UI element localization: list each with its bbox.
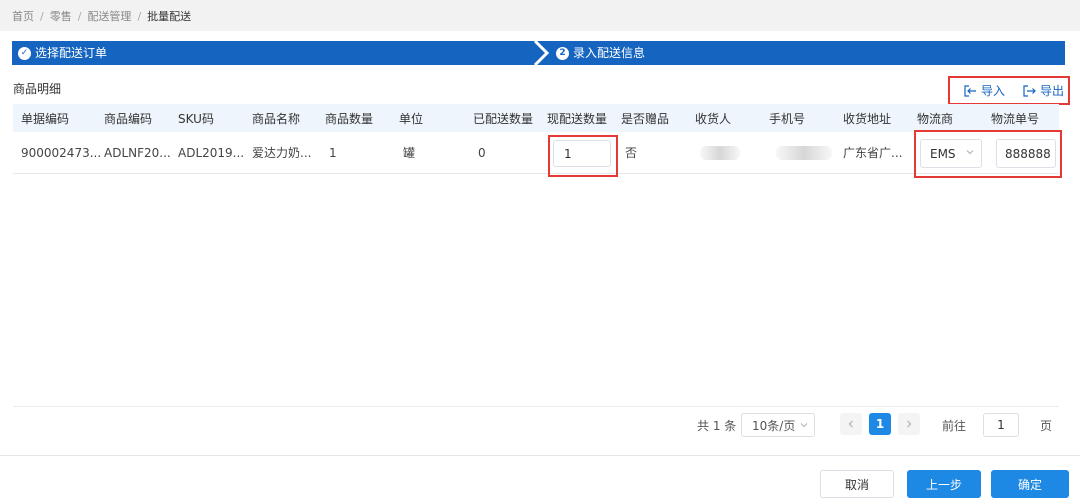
phone-redacted	[776, 146, 832, 160]
carrier-select[interactable]: EMS	[920, 139, 982, 168]
column-header: 现配送数量	[547, 111, 608, 126]
column-header: 商品数量	[325, 111, 374, 126]
divider	[13, 406, 1059, 407]
breadcrumb-current: 批量配送	[147, 10, 192, 23]
divider	[0, 455, 1080, 456]
carrier-value: EMS	[930, 146, 956, 161]
column-header: 商品编码	[104, 111, 153, 126]
breadcrumb: 首页 / 零售 / 配送管理 / 批量配送	[0, 0, 1080, 31]
delivered-qty-cell: 0	[478, 145, 486, 160]
import-button[interactable]: 导入	[964, 82, 1005, 99]
column-header: 物流商	[917, 111, 954, 126]
chevron-down-icon	[800, 423, 808, 428]
step-number-badge: 2	[556, 46, 569, 60]
breadcrumb-separator: /	[77, 10, 82, 23]
import-label: 导入	[981, 84, 1006, 98]
chevron-down-icon	[966, 150, 974, 155]
quantity-cell: 1	[329, 145, 337, 160]
page-size-select[interactable]: 10条/页	[741, 413, 815, 437]
product-name-cell: 爱达力奶...	[252, 146, 312, 160]
step-arrow-icon	[533, 41, 550, 65]
breadcrumb-delivery-management[interactable]: 配送管理	[87, 10, 131, 23]
import-icon	[964, 84, 976, 97]
product-code-cell: ADLNF20...	[104, 145, 171, 160]
tracking-number-input[interactable]	[996, 139, 1056, 168]
column-header: SKU码	[178, 111, 214, 126]
prev-page-button[interactable]	[840, 413, 862, 435]
column-header: 是否赠品	[621, 111, 670, 126]
table-row: 900002473... ADLNF20... ADL2019... 爱达力奶.…	[13, 132, 1059, 174]
check-circle-icon: ✓	[18, 46, 31, 60]
next-page-button[interactable]	[898, 413, 920, 435]
breadcrumb-separator: /	[137, 10, 142, 23]
sku-cell: ADL2019...	[178, 145, 245, 160]
table-header: 单据编码 商品编码 SKU码 商品名称 商品数量 单位 已配送数量 现配送数量 …	[13, 104, 1059, 132]
goto-prefix: 前往	[942, 418, 967, 433]
step-enter-delivery-info: 2 录入配送信息	[556, 41, 645, 65]
goto-page-input[interactable]	[983, 413, 1019, 437]
column-header: 收货地址	[843, 111, 892, 126]
column-header: 商品名称	[252, 111, 301, 126]
unit-cell: 罐	[403, 146, 416, 160]
export-button[interactable]: 导出	[1023, 82, 1064, 99]
chevron-left-icon	[848, 420, 853, 428]
goto-suffix: 页	[1040, 418, 1053, 433]
step-label: 选择配送订单	[35, 46, 108, 60]
steps-bar: ✓ 选择配送订单 2 录入配送信息	[12, 41, 1065, 65]
previous-step-button[interactable]: 上一步	[907, 470, 981, 498]
column-header: 手机号	[769, 111, 806, 126]
page-number-button[interactable]: 1	[869, 413, 891, 435]
column-header: 单据编码	[21, 111, 70, 126]
section-title: 商品明细	[13, 82, 62, 96]
step-select-orders: ✓ 选择配送订单	[18, 41, 107, 65]
column-header: 已配送数量	[473, 111, 534, 126]
column-header: 收货人	[695, 111, 732, 126]
export-icon	[1023, 84, 1036, 97]
step-label: 录入配送信息	[573, 46, 646, 60]
column-header: 物流单号	[991, 111, 1040, 126]
column-header: 单位	[399, 111, 424, 126]
current-qty-input[interactable]	[553, 140, 611, 167]
chevron-right-icon	[907, 420, 912, 428]
doc-code-cell: 900002473...	[21, 145, 102, 160]
breadcrumb-retail[interactable]: 零售	[50, 10, 72, 23]
pagination-total: 共 1 条	[697, 418, 737, 433]
cancel-button[interactable]: 取消	[820, 470, 894, 498]
confirm-button[interactable]: 确定	[991, 470, 1069, 498]
is-gift-cell: 否	[625, 146, 638, 160]
address-cell: 广东省广...	[843, 146, 903, 160]
export-label: 导出	[1040, 84, 1065, 98]
receiver-redacted	[700, 146, 740, 160]
page-size-value: 10条/页	[752, 418, 796, 433]
breadcrumb-separator: /	[40, 10, 44, 23]
breadcrumb-home[interactable]: 首页	[12, 10, 34, 23]
import-export-actions: 导入 导出	[948, 76, 1070, 105]
